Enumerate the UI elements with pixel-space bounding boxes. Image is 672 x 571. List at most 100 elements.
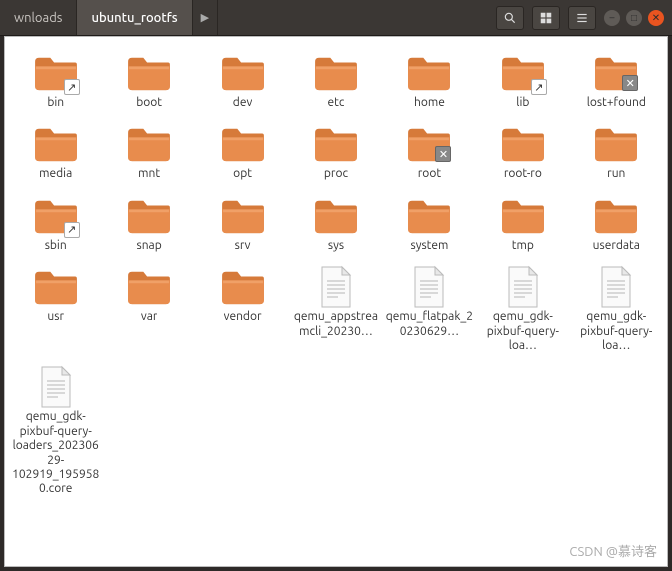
search-icon [503,11,517,25]
folder-icon [125,124,173,164]
item-label: sbin [45,239,67,253]
item-label: media [39,167,72,181]
item-label: boot [136,96,162,110]
folder-icon [499,196,547,236]
folder-item[interactable]: ↗lib [476,49,569,114]
breadcrumb-current[interactable]: ubuntu_rootfs [77,0,192,35]
file-grid-area: ↗bin boot dev etc home ↗lib✕lost+found media mn… [4,36,668,567]
folder-item[interactable]: proc [289,120,382,185]
search-button[interactable] [496,6,524,30]
folder-icon [125,267,173,307]
folder-item[interactable]: opt [196,120,289,185]
text-file-icon [499,267,547,307]
file-item[interactable]: qemu_gdk-pixbuf-query-loa… [570,263,663,357]
text-file-icon [32,367,80,407]
folder-icon: ✕ [592,53,640,93]
item-label: snap [137,239,162,253]
maximize-icon: □ [631,13,637,23]
breadcrumb-forward[interactable]: ▶ [193,0,218,35]
folder-icon [219,196,267,236]
folder-item[interactable]: ✕lost+found [570,49,663,114]
folder-item[interactable]: usr [9,263,102,357]
breadcrumb: wnloads ubuntu_rootfs ▶ [0,0,488,35]
folder-item[interactable]: etc [289,49,382,114]
watermark: CSDN @慕诗客 [569,541,657,560]
view-toggle-button[interactable] [532,6,560,30]
file-item[interactable]: qemu_appstreamcli_20230… [289,263,382,357]
item-label: qemu_gdk-pixbuf-query-loa… [479,310,567,353]
item-label: run [607,167,625,181]
item-label: proc [324,167,348,181]
symlink-emblem-icon: ↗ [64,79,80,95]
maximize-button[interactable]: □ [626,10,642,26]
toolbar-actions [488,6,604,30]
file-item[interactable]: qemu_flatpak_20230629… [383,263,476,357]
folder-item[interactable]: media [9,120,102,185]
breadcrumb-current-label: ubuntu_rootfs [91,11,177,25]
folder-icon [32,124,80,164]
folder-item[interactable]: run [570,120,663,185]
folder-icon [405,53,453,93]
folder-item[interactable]: vendor [196,263,289,357]
item-label: root-ro [504,167,542,181]
item-label: opt [233,167,252,181]
folder-item[interactable]: tmp [476,192,569,257]
folder-item[interactable]: dev [196,49,289,114]
window-controls: – □ ✕ [604,10,672,26]
item-label: qemu_gdk-pixbuf-query-loa… [572,310,660,353]
symlink-emblem-icon: ↗ [531,79,547,95]
breadcrumb-prev-label: wnloads [14,11,62,25]
folder-item[interactable]: ↗bin [9,49,102,114]
folder-item[interactable]: system [383,192,476,257]
minimize-icon: – [610,13,615,23]
folder-icon [125,53,173,93]
minimize-button[interactable]: – [604,10,620,26]
folder-item[interactable]: home [383,49,476,114]
item-label: userdata [593,239,640,253]
folder-item[interactable]: sys [289,192,382,257]
item-label: home [414,96,445,110]
item-label: dev [233,96,253,110]
folder-item[interactable]: boot [102,49,195,114]
text-file-icon [312,267,360,307]
folder-item[interactable]: mnt [102,120,195,185]
folder-icon: ↗ [499,53,547,93]
close-button[interactable]: ✕ [648,10,664,26]
file-item[interactable]: qemu_gdk-pixbuf-query-loaders_20230629-1… [9,363,102,500]
folder-icon [312,196,360,236]
item-label: qemu_flatpak_20230629… [385,310,473,339]
folder-icon [499,124,547,164]
breadcrumb-prev[interactable]: wnloads [0,0,77,35]
folder-item[interactable]: snap [102,192,195,257]
folder-item[interactable]: root-ro [476,120,569,185]
folder-item[interactable]: var [102,263,195,357]
item-label: etc [328,96,345,110]
close-icon: ✕ [652,13,660,23]
titlebar: wnloads ubuntu_rootfs ▶ – □ ✕ [0,0,672,36]
item-label: root [418,167,441,181]
text-file-icon [405,267,453,307]
folder-icon [312,124,360,164]
folder-item[interactable]: ✕ root [383,120,476,185]
item-label: vendor [224,310,262,324]
folder-icon: ↗ [32,196,80,236]
item-label: mnt [138,167,160,181]
locked-emblem-icon: ✕ [435,146,451,162]
folder-icon [32,267,80,307]
folder-item[interactable]: ↗ sbin [9,192,102,257]
item-label: sys [328,239,344,253]
folder-icon [219,53,267,93]
file-item[interactable]: qemu_gdk-pixbuf-query-loa… [476,263,569,357]
menu-button[interactable] [568,6,596,30]
chevron-right-icon: ▶ [201,11,209,24]
text-file-icon [592,267,640,307]
grid-view-icon [539,11,553,25]
folder-icon [592,124,640,164]
folder-icon [312,53,360,93]
folder-item[interactable]: userdata [570,192,663,257]
item-label: system [410,239,448,253]
locked-emblem-icon: ✕ [622,75,638,91]
folder-icon [405,196,453,236]
folder-icon [592,196,640,236]
folder-item[interactable]: srv [196,192,289,257]
